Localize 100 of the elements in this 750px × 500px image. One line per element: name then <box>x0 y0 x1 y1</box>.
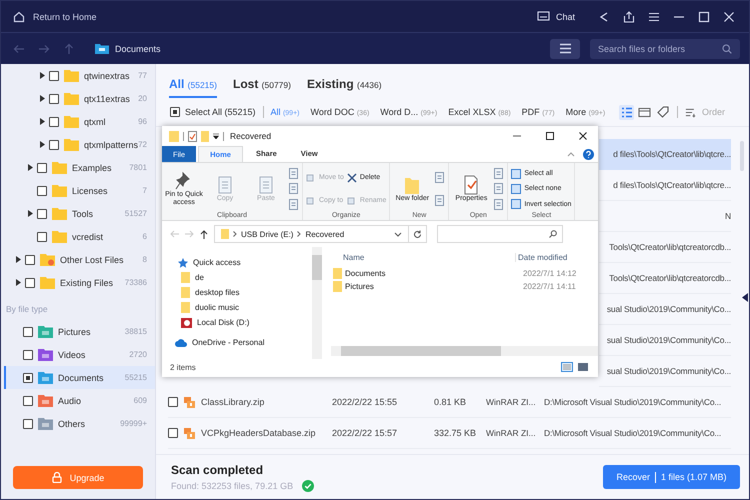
address-bar[interactable]: USB Drive (E:) Recovered <box>214 225 409 243</box>
file-type-item[interactable]: Audio 609 <box>4 389 155 412</box>
page-icon[interactable] <box>288 198 299 210</box>
return-home-link[interactable]: Return to Home <box>33 12 97 22</box>
file-row[interactable]: ClassLibrary.zip 2022/2/22 15:55 0.81 KB WinRAR ZI... D:\Microsoft Visual Studio\2019\Community\Co... <box>168 387 731 418</box>
file-row[interactable]: N <box>599 201 731 232</box>
expand-arrow-icon[interactable] <box>40 118 45 125</box>
file-type-item[interactable]: Others 99999+ <box>4 412 155 435</box>
checkbox[interactable] <box>37 208 47 218</box>
folder-tree-item[interactable]: Existing Files 73386 <box>1 271 155 294</box>
checkbox[interactable] <box>25 254 35 264</box>
help-icon[interactable] <box>583 148 594 160</box>
navigation-item[interactable]: Local Disk (D:) <box>178 315 312 330</box>
navigation-item[interactable]: de <box>178 270 312 285</box>
expand-arrow-icon[interactable] <box>16 279 21 286</box>
navigation-item[interactable]: OneDrive - Personal <box>175 335 312 350</box>
folder-tree-item[interactable]: Tools 51527 <box>1 202 155 225</box>
checkbox[interactable] <box>170 107 180 117</box>
checkbox[interactable] <box>168 397 178 407</box>
checkbox[interactable] <box>23 418 33 428</box>
navigation-item[interactable]: Quick access <box>178 255 312 270</box>
checkbox[interactable] <box>49 140 59 150</box>
breadcrumb[interactable]: USB Drive (E:) <box>241 230 294 238</box>
search-icon[interactable] <box>722 44 732 54</box>
folder-tree-item[interactable]: qtx11extras 20 <box>1 87 155 110</box>
folder-tree-item[interactable]: qtxmlpatterns72 <box>1 133 155 156</box>
refresh-button[interactable] <box>409 225 427 243</box>
folder-name[interactable]: Documents <box>345 269 520 278</box>
folder-tree-item[interactable]: Examples 7801 <box>1 156 155 179</box>
tab[interactable]: Existing (4436) <box>306 77 382 98</box>
checkbox[interactable] <box>49 70 59 80</box>
expand-arrow-icon[interactable] <box>40 72 45 79</box>
scrollbar[interactable] <box>312 247 322 359</box>
list-view-button[interactable] <box>619 104 634 120</box>
file-type-item[interactable]: Videos 2720 <box>4 343 155 366</box>
breadcrumb[interactable]: Recovered <box>305 230 344 238</box>
expand-arrow-icon[interactable] <box>40 141 45 148</box>
folder-tree-item[interactable]: Other Lost Files 8 <box>1 248 155 271</box>
file-row[interactable]: VCPkgHeadersDatabase.zip 2022/2/22 15:57 332.75 KB WinRAR ZI... D:\Microsoft Visual Studio\2019\Community\Co... <box>168 418 731 449</box>
navigation-item[interactable]: desktop files <box>178 285 312 300</box>
scrollbar[interactable] <box>331 346 598 356</box>
menu-icon[interactable] <box>648 10 660 22</box>
file-type-item[interactable]: Documents 55215 <box>4 366 155 389</box>
tag-view-button[interactable] <box>655 104 670 120</box>
details-view-icon[interactable] <box>560 361 574 373</box>
checkbox[interactable] <box>49 116 59 126</box>
folder-tree-item[interactable]: qtxml 96 <box>1 110 155 133</box>
checkbox[interactable] <box>168 428 178 438</box>
file-row[interactable]: d files\Tools\QtCreator\lib\qtcre... <box>599 139 731 170</box>
expand-arrow-icon[interactable] <box>28 164 33 171</box>
folder-tree-item[interactable]: qtwinextras 77 <box>1 64 155 87</box>
export-icon[interactable] <box>623 10 635 22</box>
recover-button[interactable]: Recover 1 files (1.07 MB) <box>603 465 740 489</box>
thumbnail-view-icon[interactable] <box>578 363 588 371</box>
close-icon[interactable] <box>578 131 588 141</box>
file-row[interactable]: sual Studio\2019\Community\Co... <box>599 294 731 325</box>
properties-icon[interactable] <box>188 130 197 142</box>
maximize-icon[interactable] <box>545 131 555 141</box>
checkbox[interactable] <box>37 162 47 172</box>
up-arrow-icon[interactable] <box>200 230 208 238</box>
menu-button[interactable] <box>550 38 580 58</box>
file-row[interactable]: sual Studio\2019\Community\Co... <box>599 356 731 387</box>
checkbox[interactable] <box>37 186 47 196</box>
checkbox[interactable] <box>49 94 59 104</box>
folder-tree-item[interactable]: Licenses 7 <box>1 179 155 202</box>
dropdown-icon[interactable] <box>213 133 219 139</box>
share-icon[interactable] <box>598 10 610 22</box>
chat-icon[interactable] <box>536 11 550 22</box>
page-icon[interactable] <box>434 195 446 206</box>
tab[interactable]: All (55215) <box>169 77 217 98</box>
checkbox[interactable] <box>23 396 33 406</box>
page-icon[interactable] <box>493 198 504 210</box>
page-icon[interactable] <box>288 168 299 180</box>
expand-arrow-icon[interactable] <box>28 210 33 217</box>
expand-arrow-icon[interactable] <box>16 256 21 263</box>
collapse-handle-icon[interactable] <box>742 293 748 302</box>
chat-link[interactable]: Chat <box>556 12 575 22</box>
checkbox[interactable] <box>23 372 33 382</box>
page-icon[interactable] <box>493 168 504 180</box>
sort-icon[interactable] <box>685 106 696 118</box>
page-icon[interactable] <box>288 183 299 194</box>
tab[interactable]: Lost (50779) <box>232 77 291 98</box>
page-icon[interactable] <box>434 172 446 183</box>
file-row[interactable]: d files\Tools\QtCreator\lib\qtcre... <box>599 170 731 201</box>
navigation-item[interactable]: duolic music <box>178 300 312 315</box>
file-row[interactable]: sual Studio\2019\Community\Co... <box>599 325 731 356</box>
checkbox[interactable] <box>23 350 33 360</box>
checkbox[interactable] <box>25 278 35 288</box>
home-icon[interactable] <box>13 10 25 22</box>
file-row[interactable]: Tools\QtCreator\lib\qtcreatorcdb... <box>599 263 731 294</box>
dropdown-icon[interactable] <box>394 232 402 236</box>
collapse-ribbon-icon[interactable] <box>567 151 575 157</box>
page-icon[interactable] <box>493 183 504 194</box>
checkbox[interactable] <box>23 326 33 336</box>
column-header[interactable]: Name <box>331 252 515 262</box>
search-field[interactable] <box>437 225 563 243</box>
folder-tree-item[interactable]: vcredist 6 <box>1 225 155 248</box>
column-header[interactable]: Date modified <box>515 252 568 262</box>
expand-arrow-icon[interactable] <box>40 95 45 102</box>
checkbox[interactable] <box>37 232 47 242</box>
